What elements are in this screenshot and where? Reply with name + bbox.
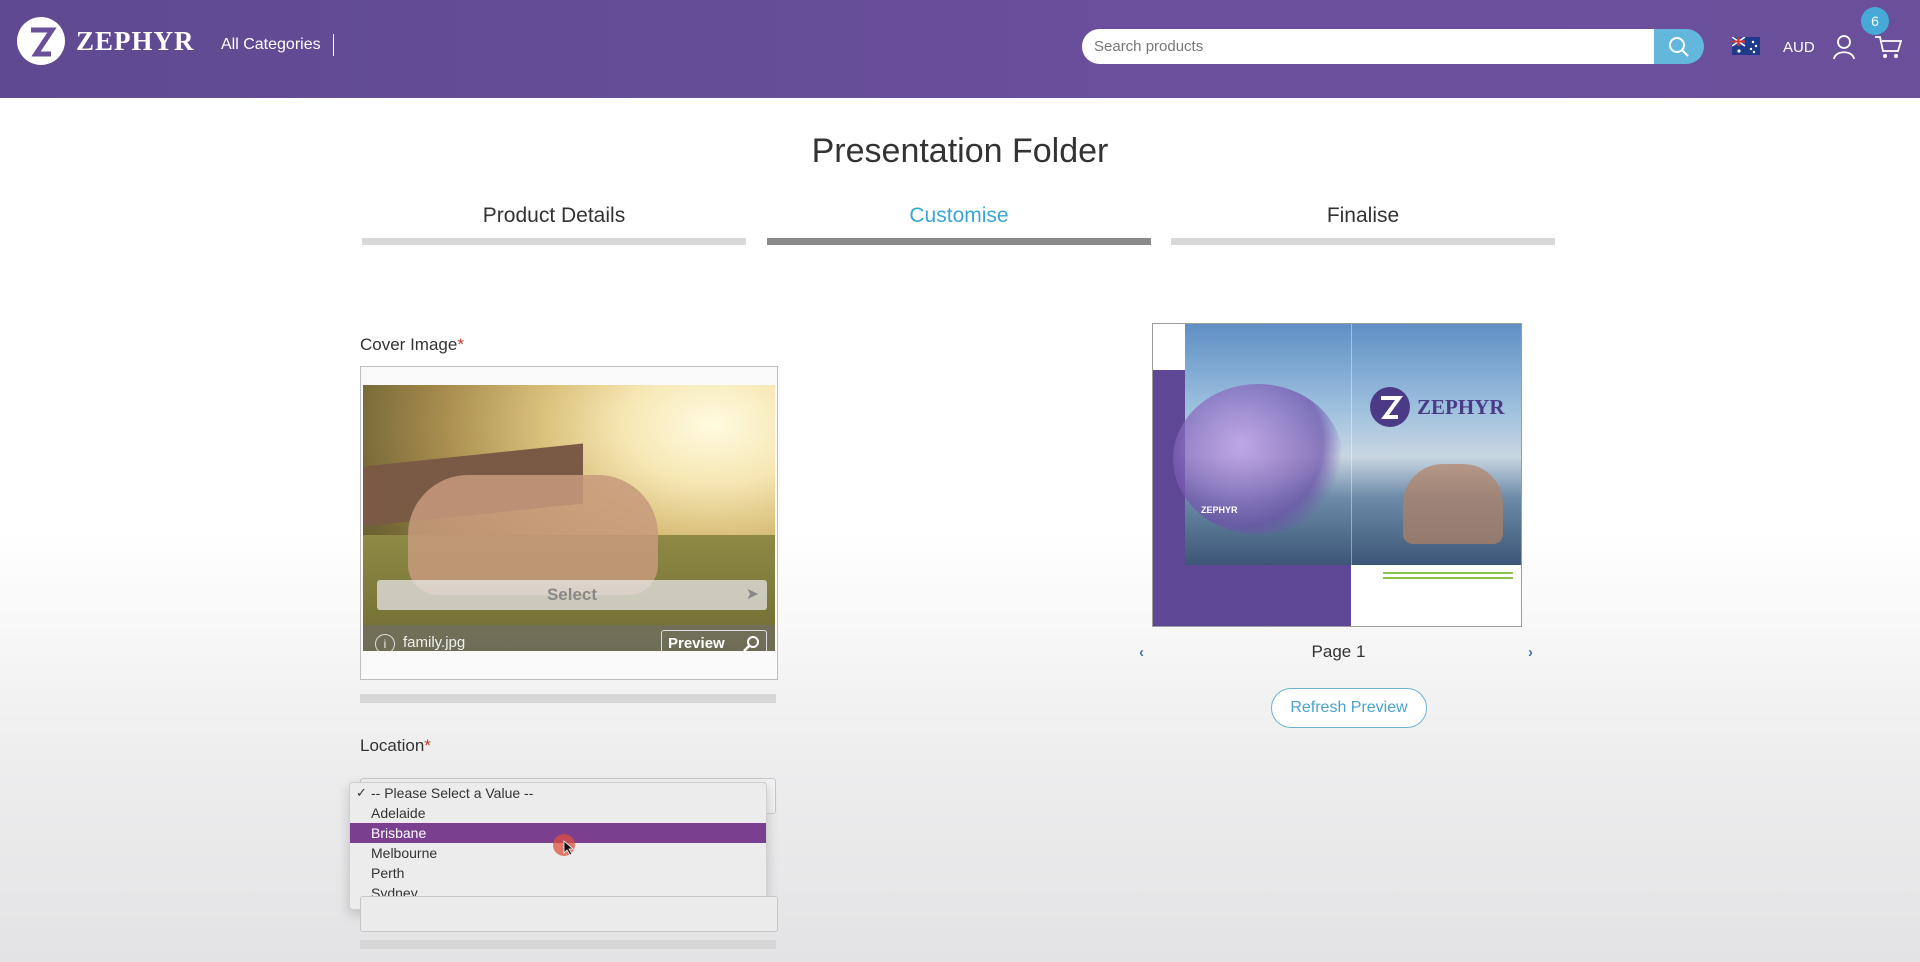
location-option-perth[interactable]: Perth bbox=[350, 863, 766, 883]
cover-image-label-text: Cover Image bbox=[360, 335, 458, 354]
preview-next-arrow-icon[interactable]: › bbox=[1528, 644, 1533, 661]
lower-field-strip bbox=[360, 940, 776, 949]
preview-purple-footer bbox=[1153, 565, 1351, 626]
preview-fold-line bbox=[1351, 324, 1352, 626]
location-label-text: Location bbox=[360, 736, 425, 755]
location-label: Location* bbox=[360, 736, 431, 756]
location-option-adelaide[interactable]: Adelaide bbox=[350, 803, 766, 823]
preview-contact-text bbox=[1383, 572, 1513, 588]
nav-divider bbox=[333, 34, 334, 56]
next-field-input[interactable] bbox=[360, 896, 778, 932]
preview-small-brand: ZEPHYR bbox=[1201, 505, 1238, 515]
search-button[interactable] bbox=[1654, 29, 1704, 64]
image-preview-label: Preview bbox=[668, 635, 725, 651]
flag-graphic bbox=[1731, 36, 1760, 55]
folder-preview: ZEPHYR ZEPHYR bbox=[1152, 323, 1522, 627]
preview-text-line bbox=[1383, 577, 1513, 579]
brand-logo[interactable]: ZEPHYR bbox=[16, 16, 195, 66]
preview-page-number: Page 1 bbox=[1311, 642, 1366, 661]
image-preview-button[interactable]: Preview bbox=[661, 630, 767, 651]
image-info-bar: i family.jpg Preview bbox=[363, 625, 775, 651]
step-product-details[interactable]: Product Details bbox=[362, 204, 746, 228]
currency-selector[interactable]: AUD bbox=[1783, 39, 1815, 56]
required-mark: * bbox=[457, 335, 464, 354]
cover-image-uploader: Select ➤ i family.jpg Preview bbox=[360, 366, 778, 680]
photo-family bbox=[408, 475, 658, 595]
mouse-cursor-icon bbox=[563, 840, 575, 856]
required-mark: * bbox=[424, 736, 431, 755]
info-icon[interactable]: i bbox=[375, 634, 395, 651]
image-filename: family.jpg bbox=[403, 634, 466, 651]
australia-flag-icon[interactable] bbox=[1731, 36, 1760, 55]
zephyr-logo-icon bbox=[1370, 387, 1410, 427]
cover-image-thumbnail: Select ➤ i family.jpg Preview bbox=[363, 385, 775, 651]
cover-image-label: Cover Image* bbox=[360, 335, 464, 355]
select-image-button[interactable]: Select ➤ bbox=[377, 580, 767, 610]
preview-surfers bbox=[1403, 464, 1503, 544]
page-title: Presentation Folder bbox=[811, 132, 1109, 170]
all-categories-link[interactable]: All Categories bbox=[221, 36, 321, 54]
shopping-cart-icon[interactable] bbox=[1874, 34, 1902, 60]
search-icon bbox=[1669, 36, 1689, 57]
preview-brand-name: ZEPHYR bbox=[1417, 394, 1505, 419]
search-input[interactable] bbox=[1082, 29, 1646, 64]
arrow-right-icon: ➤ bbox=[745, 586, 759, 603]
zephyr-logo-icon bbox=[17, 17, 65, 65]
preview-brand-logo: ZEPHYR bbox=[1369, 386, 1505, 428]
step-customise-bar bbox=[767, 238, 1151, 245]
step-product-details-bar bbox=[362, 238, 746, 245]
step-finalise-bar bbox=[1171, 238, 1555, 245]
user-account-icon[interactable] bbox=[1832, 34, 1856, 60]
select-image-label: Select bbox=[546, 585, 598, 604]
step-customise[interactable]: Customise bbox=[767, 204, 1151, 228]
location-option-placeholder[interactable]: -- Please Select a Value -- bbox=[350, 783, 766, 803]
preview-purple-sphere bbox=[1173, 384, 1343, 534]
top-navbar: ZEPHYR All Categories AUD 6 bbox=[0, 0, 1920, 98]
preview-prev-arrow-icon[interactable]: ‹ bbox=[1139, 644, 1144, 661]
brand-name: ZEPHYR bbox=[76, 25, 195, 56]
cover-image-progress-strip bbox=[360, 694, 776, 703]
step-finalise[interactable]: Finalise bbox=[1171, 204, 1555, 228]
cart-count-badge: 6 bbox=[1861, 7, 1889, 35]
search-box bbox=[1082, 29, 1654, 64]
preview-text-line bbox=[1383, 572, 1513, 574]
refresh-preview-button[interactable]: Refresh Preview bbox=[1271, 688, 1427, 728]
magnifier-icon bbox=[743, 636, 759, 651]
